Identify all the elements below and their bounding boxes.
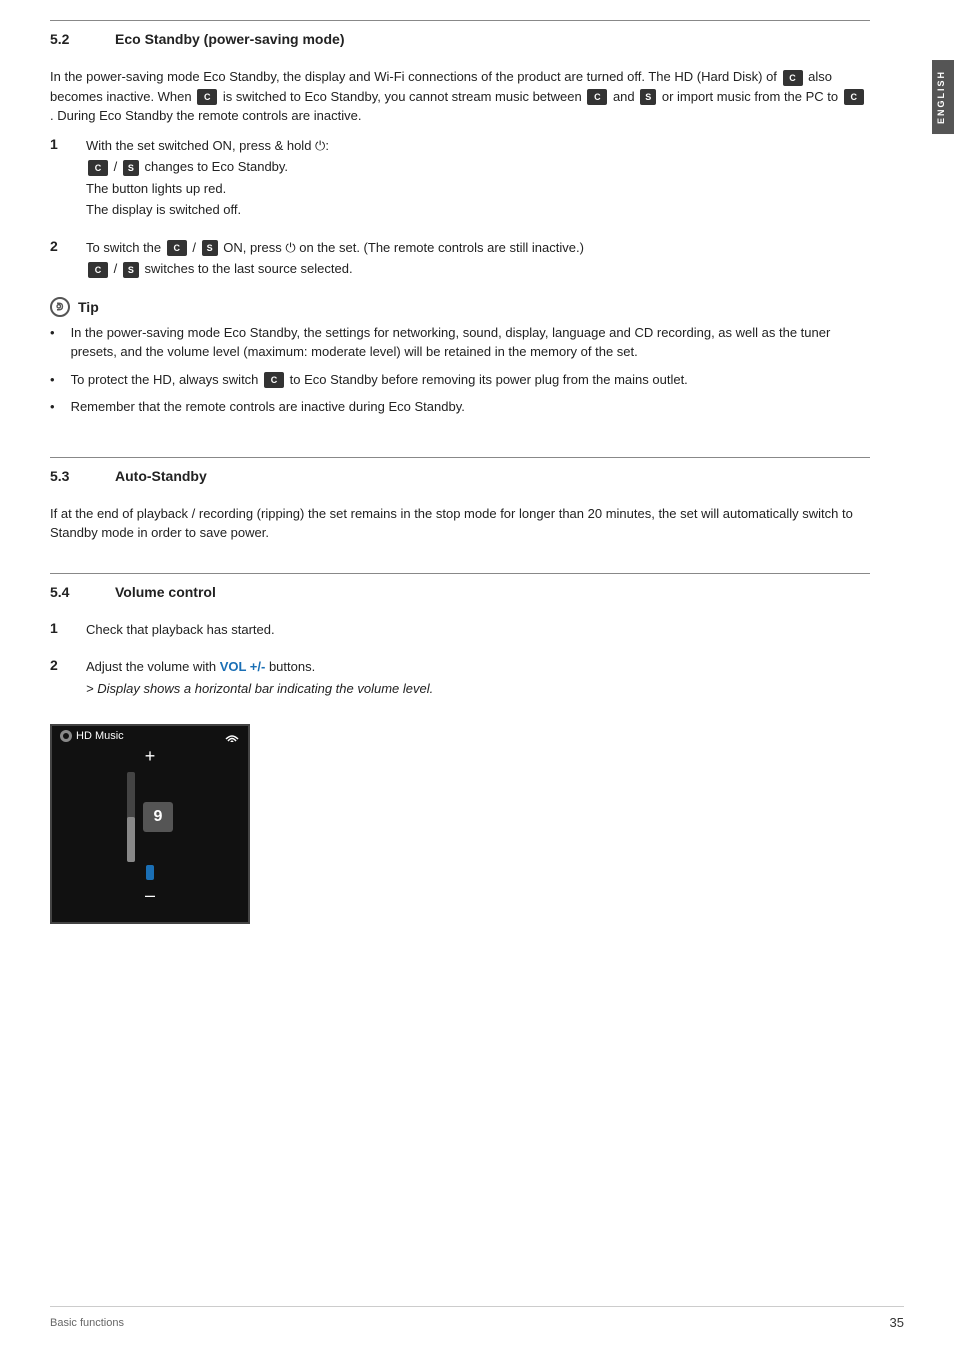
section-5-2-title: Eco Standby (power-saving mode) <box>115 31 344 47</box>
icon-s-inline-1: S <box>640 89 656 105</box>
step-5-2-2-label: 2 <box>50 238 70 254</box>
vol-text: VOL +/- <box>220 659 266 674</box>
section-5-3-body: If at the end of playback / recording (r… <box>50 504 870 573</box>
section-5-3-title: Auto-Standby <box>115 468 207 484</box>
section-5-2: 5.2 Eco Standby (power-saving mode) In t… <box>50 20 870 457</box>
icon-c-step2-sub: C <box>88 262 108 278</box>
step-5-2-2-text: To switch the C / S ON, press ⏻ on the s… <box>86 240 584 255</box>
section-5-2-header: 5.2 Eco Standby (power-saving mode) <box>50 20 870 55</box>
vol-number: 9 <box>143 802 173 832</box>
step-5-2-1-sub3: The display is switched off. <box>86 200 870 220</box>
tip-list: In the power-saving mode Eco Standby, th… <box>50 323 870 417</box>
step-5-2-2-sub: C / S switches to the last source select… <box>86 259 870 279</box>
step-5-2-1-sub1-text: changes to Eco Standby. <box>144 159 288 174</box>
step-5-4-2-italic: > Display shows a horizontal bar indicat… <box>86 679 870 699</box>
section-5-3-number: 5.3 <box>50 468 85 484</box>
vol-body: + 9 – <box>52 746 248 906</box>
tip-item-3-text: Remember that the remote controls are in… <box>71 397 465 417</box>
vol-bar-fill <box>127 817 135 862</box>
vol-minus-symbol: – <box>145 885 155 906</box>
footer-section-label: Basic functions <box>50 1317 124 1329</box>
icon-c-inline-4: C <box>844 89 864 105</box>
tip-item-2: To protect the HD, always switch C to Ec… <box>50 370 870 390</box>
icon-c-step1: C <box>88 160 108 176</box>
vol-header-title: HD Music <box>76 730 124 742</box>
vol-bar-container: 9 <box>127 772 173 862</box>
page-container: ENGLISH 5.2 Eco Standby (power-saving mo… <box>0 0 954 1350</box>
vol-bar <box>127 772 135 862</box>
step-5-2-2-content: To switch the C / S ON, press ⏻ on the s… <box>86 238 870 279</box>
section-5-3: 5.3 Auto-Standby If at the end of playba… <box>50 457 870 573</box>
section-5-4-number: 5.4 <box>50 584 85 600</box>
volume-display: HD Music + <box>50 724 250 924</box>
step-5-2-1-sub1: C / S changes to Eco Standby. <box>86 157 870 177</box>
icon-c-step2: C <box>167 240 187 256</box>
tip-title: Tip <box>78 299 99 315</box>
step-5-4-1: 1 Check that playback has started. <box>50 620 870 640</box>
icon-c-tip: C <box>264 372 284 388</box>
step-5-2-1-sub2: The button lights up red. <box>86 179 870 199</box>
step-5-2-1-text: With the set switched ON, press & hold ⏻… <box>86 138 329 153</box>
step-5-2-2-sub-text: switches to the last source selected. <box>144 261 352 276</box>
icon-c-inline-2: C <box>197 89 217 105</box>
footer-page-number: 35 <box>890 1315 904 1330</box>
vol-header-icons <box>224 730 240 742</box>
vol-display-header: HD Music <box>52 726 248 746</box>
side-tab: ENGLISH <box>932 60 954 134</box>
step-5-4-1-text: Check that playback has started. <box>86 622 275 637</box>
section-5-4-title: Volume control <box>115 584 216 600</box>
vol-plus-symbol: + <box>145 746 156 767</box>
tip-item-2-text: To protect the HD, always switch C to Ec… <box>71 370 688 390</box>
step-5-4-2-label: 2 <box>50 657 70 673</box>
section-5-2-number: 5.2 <box>50 31 85 47</box>
section-5-2-intro: In the power-saving mode Eco Standby, th… <box>50 67 870 126</box>
section-5-2-body: In the power-saving mode Eco Standby, th… <box>50 67 870 457</box>
icon-s-step2-sub: S <box>123 262 139 278</box>
section-5-4-body: 1 Check that playback has started. 2 Adj… <box>50 620 870 960</box>
section-5-4-header: 5.4 Volume control <box>50 573 870 608</box>
step-5-2-1-content: With the set switched ON, press & hold ⏻… <box>86 136 870 220</box>
step-5-4-2: 2 Adjust the volume with VOL +/- buttons… <box>50 657 870 706</box>
icon-c-inline-1: C <box>783 70 803 86</box>
step-5-4-2-text: Adjust the volume with VOL +/- buttons. <box>86 659 315 674</box>
step-5-2-2: 2 To switch the C / S ON, press ⏻ on the… <box>50 238 870 279</box>
step-5-2-1-label: 1 <box>50 136 70 152</box>
step-5-4-1-content: Check that playback has started. <box>86 620 870 640</box>
section-5-4: 5.4 Volume control 1 Check that playback… <box>50 573 870 960</box>
icon-s-step1: S <box>123 160 139 176</box>
vol-header-music-icon <box>60 730 72 742</box>
section-5-3-header: 5.3 Auto-Standby <box>50 457 870 492</box>
vol-blue-indicator <box>146 865 154 880</box>
step-5-4-1-label: 1 <box>50 620 70 636</box>
icon-c-inline-3: C <box>587 89 607 105</box>
tip-item-1-text: In the power-saving mode Eco Standby, th… <box>71 323 870 362</box>
main-content: 5.2 Eco Standby (power-saving mode) In t… <box>0 0 920 1350</box>
footer: Basic functions 35 <box>50 1306 904 1330</box>
section-5-3-text: If at the end of playback / recording (r… <box>50 504 870 543</box>
step-5-2-1: 1 With the set switched ON, press & hold… <box>50 136 870 220</box>
icon-s-step2: S <box>202 240 218 256</box>
tip-header: ⟄ Tip <box>50 297 870 317</box>
tip-box: ⟄ Tip In the power-saving mode Eco Stand… <box>50 297 870 417</box>
tip-item-1: In the power-saving mode Eco Standby, th… <box>50 323 870 362</box>
tip-icon: ⟄ <box>50 297 70 317</box>
tip-item-3: Remember that the remote controls are in… <box>50 397 870 417</box>
step-5-4-2-content: Adjust the volume with VOL +/- buttons. … <box>86 657 870 706</box>
vol-header-wifi-icon <box>224 730 240 742</box>
